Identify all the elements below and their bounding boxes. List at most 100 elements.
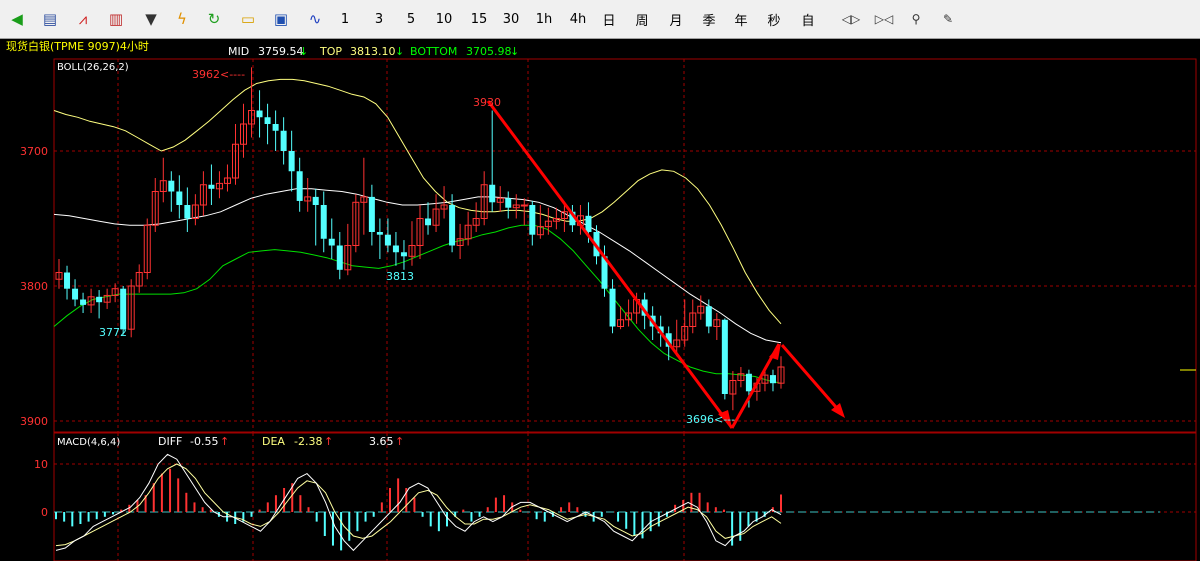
bar-chart-icon[interactable]: ▥ xyxy=(106,9,126,29)
chart-canvas[interactable]: 3900 3800 3700 10 0 3962<---- 3930 3772 3813 3696… xyxy=(0,39,1200,561)
candle-body xyxy=(745,373,752,392)
candle-body xyxy=(184,205,191,219)
shrink-horizontal-icon[interactable]: ▷◁ xyxy=(874,9,894,29)
candle-body xyxy=(609,288,616,327)
candle-body xyxy=(208,184,215,189)
candle-body xyxy=(384,234,391,246)
line-chart-icon[interactable]: ⩘ xyxy=(73,9,93,29)
trend-line-icon[interactable]: ∿ xyxy=(305,9,325,29)
candle-body xyxy=(376,232,383,235)
save-icon[interactable]: ▣ xyxy=(271,9,291,29)
macd-value: 3.65 xyxy=(369,435,394,448)
candle-body xyxy=(320,205,327,239)
candle-body xyxy=(392,245,399,253)
candle-body xyxy=(328,238,335,246)
search-icon[interactable]: ⚲ xyxy=(906,9,926,29)
annotation-low2: 3813 xyxy=(386,270,414,283)
candle-body xyxy=(425,218,432,226)
dea-arrow: ↑ xyxy=(324,435,333,448)
y-tick-label: 3700 xyxy=(20,145,48,158)
period-button[interactable]: 3 xyxy=(369,7,389,31)
chart-title: 现货白银(TPME 9097)4小时 xyxy=(6,39,149,53)
candle-body xyxy=(312,196,319,205)
top-label: TOP xyxy=(319,45,342,58)
expand-horizontal-icon[interactable]: ◁▷ xyxy=(841,9,861,29)
toolbar: ◀ ▤ ⩘ ▥ ▼ ϟ ↻ ▭ ▣ ∿ 1 3 5 10 15 30 1h 4h 日周月季年秒自 ◁▷ ▷◁ ⚲ ✎ xyxy=(0,0,1200,39)
candle-body xyxy=(721,319,728,394)
candle-body xyxy=(80,299,87,305)
candle-body xyxy=(489,184,496,203)
macd-panel-frame xyxy=(53,432,1197,561)
top-value: 3813.10 xyxy=(350,45,396,58)
period-button[interactable]: 1 xyxy=(335,7,355,31)
macd-panel xyxy=(54,453,1160,552)
period-button[interactable]: 自 xyxy=(798,7,818,31)
candle-body xyxy=(529,205,536,235)
annotation-low3: 3696<--- xyxy=(686,413,735,426)
candle-body xyxy=(272,124,279,131)
candle-body xyxy=(769,375,776,384)
period-button[interactable]: 10 xyxy=(434,7,454,31)
period-button[interactable]: 15 xyxy=(469,7,489,31)
top-arrow: ↓ xyxy=(395,45,404,58)
lightning-icon[interactable]: ϟ xyxy=(172,9,192,29)
back-arrow-icon[interactable]: ◀ xyxy=(7,9,27,29)
annotation-high1: 3962<---- xyxy=(192,68,245,81)
period-button[interactable]: 日 xyxy=(599,7,619,31)
diff-label: DIFF xyxy=(158,435,182,448)
period-button[interactable]: 季 xyxy=(699,7,719,31)
candle-body xyxy=(336,245,343,270)
boll-mid-line xyxy=(53,188,782,344)
candle-body xyxy=(449,205,456,246)
period-button[interactable]: 周 xyxy=(632,7,652,31)
macd-dea-line xyxy=(55,463,782,547)
candle-body xyxy=(256,110,263,118)
y-tick-label: 3800 xyxy=(20,280,48,293)
period-button[interactable]: 年 xyxy=(731,7,751,31)
annotation-low1: 3772 xyxy=(99,326,127,339)
dea-value: -2.38 xyxy=(294,435,322,448)
dropdown-icon[interactable]: ▼ xyxy=(141,9,161,29)
y-tick-label: 3900 xyxy=(20,415,48,428)
mid-value: 3759.54 xyxy=(258,45,304,58)
period-button[interactable]: 秒 xyxy=(764,7,784,31)
candle-body xyxy=(705,306,712,327)
diff-value: -0.55 xyxy=(190,435,218,448)
candle-body xyxy=(280,130,287,151)
grid-layer xyxy=(53,58,1197,561)
dea-label: DEA xyxy=(262,435,285,448)
labels: 3900 3800 3700 10 0 3962<---- 3930 3772 3813 3696… xyxy=(6,39,735,519)
macd-indicator-label: MACD(4,6,4) xyxy=(57,437,120,448)
period-button[interactable]: 5 xyxy=(401,7,421,31)
mid-arrow: ↓ xyxy=(299,45,308,58)
macd-y-tick-label: 10 xyxy=(34,458,48,471)
bottom-label: BOTTOM xyxy=(410,45,457,58)
period-button[interactable]: 30 xyxy=(501,7,521,31)
candle-body xyxy=(505,198,512,208)
main-panel-frame xyxy=(53,58,1197,433)
pencil-icon[interactable]: ✎ xyxy=(938,9,958,29)
macd-arrow: ↑ xyxy=(395,435,404,448)
candle-body xyxy=(296,171,303,201)
boll-lower-line xyxy=(53,224,782,384)
period-button[interactable]: 月 xyxy=(666,7,686,31)
candle-body xyxy=(168,180,175,192)
drawn-arrow-down-2 xyxy=(780,344,844,415)
candle-body xyxy=(585,215,592,232)
macd-diff-line xyxy=(55,453,782,552)
candle-body xyxy=(288,151,295,172)
boll-indicator-label: BOLL(26,26,2) xyxy=(57,62,129,73)
period-button[interactable]: 4h xyxy=(568,7,588,31)
refresh-icon[interactable]: ↻ xyxy=(204,9,224,29)
bottom-value: 3705.98 xyxy=(466,45,512,58)
diff-arrow: ↑ xyxy=(220,435,229,448)
drawn-arrow-down xyxy=(486,100,734,429)
bottom-arrow: ↓ xyxy=(510,45,519,58)
candle-body xyxy=(264,117,271,124)
candle-body xyxy=(72,288,79,300)
candle-body xyxy=(400,252,407,257)
list-icon[interactable]: ▤ xyxy=(40,9,60,29)
folder-open-icon[interactable]: ▭ xyxy=(238,9,258,29)
period-button[interactable]: 1h xyxy=(534,7,554,31)
candle-body xyxy=(368,196,375,232)
